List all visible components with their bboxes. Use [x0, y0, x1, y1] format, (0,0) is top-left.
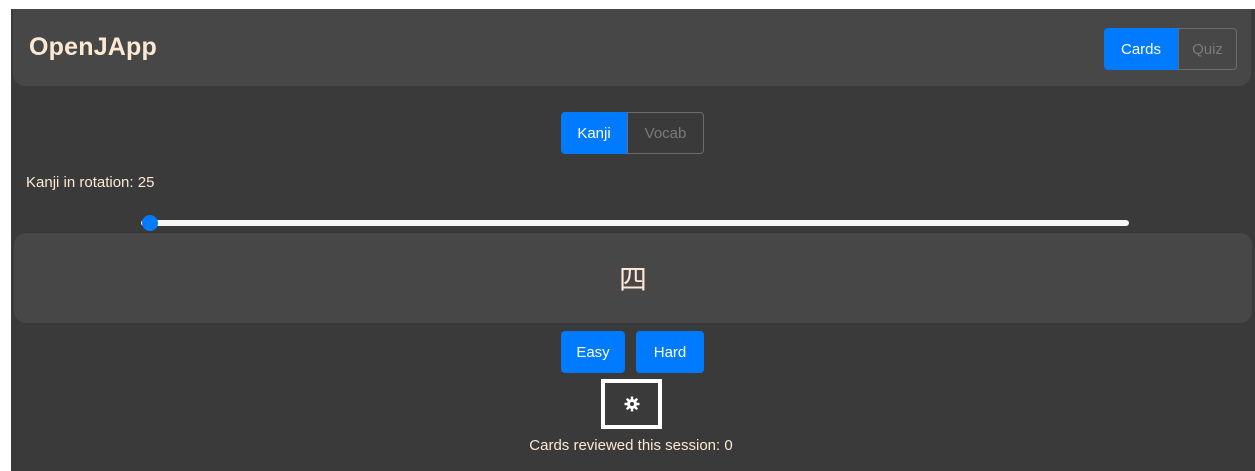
easy-button[interactable]: Easy	[561, 331, 625, 373]
type-toggle: Kanji Vocab	[561, 112, 704, 154]
slider-track[interactable]	[141, 220, 1129, 226]
tab-cards[interactable]: Cards	[1104, 28, 1178, 70]
app-brand: OpenJApp	[29, 33, 157, 61]
slider-thumb[interactable]	[142, 215, 158, 231]
flashcard[interactable]: 四	[14, 233, 1252, 323]
session-review-count: Cards reviewed this session: 0	[529, 437, 733, 454]
tab-vocab[interactable]: Vocab	[627, 112, 704, 154]
app-container: OpenJApp Cards Quiz Kanji Vocab Kanji in…	[11, 9, 1255, 471]
mode-toggle: Cards Quiz	[1104, 28, 1237, 70]
hard-button[interactable]: Hard	[636, 331, 704, 373]
header-bar: OpenJApp Cards Quiz	[13, 9, 1251, 86]
gear-icon	[624, 396, 639, 412]
rotation-count-label: Kanji in rotation: 25	[26, 174, 155, 191]
tab-kanji[interactable]: Kanji	[561, 112, 627, 154]
flashcard-character: 四	[618, 263, 647, 296]
rotation-slider[interactable]	[141, 215, 1129, 231]
settings-button[interactable]	[601, 379, 662, 429]
tab-quiz[interactable]: Quiz	[1178, 28, 1237, 70]
